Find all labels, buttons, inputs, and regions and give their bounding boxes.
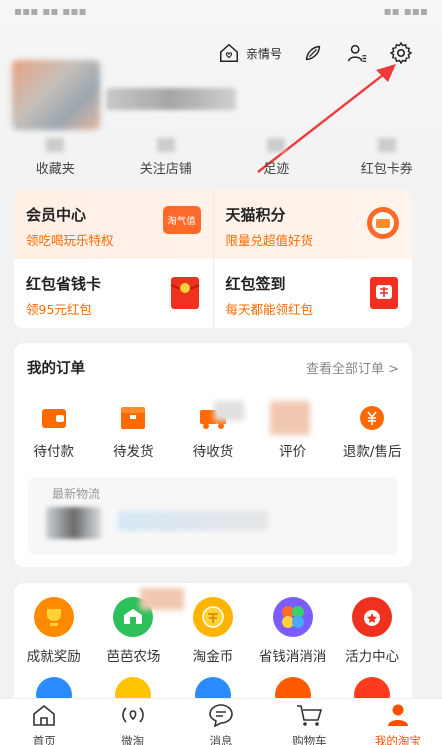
logistics-thumbnail — [46, 507, 102, 539]
refund-yen-icon — [358, 404, 386, 432]
shopping-cart-icon — [295, 703, 323, 731]
tab-cart[interactable]: 购物车 — [265, 699, 353, 745]
benefits-card: 会员中心 领吃喝玩乐特权 淘气值 天猫积分 限量兑超值好货 红包省钱卡 领95元… — [14, 190, 412, 328]
bottom-tab-bar: 首页 微淘 消息 购物车 我的淘宝 — [0, 698, 442, 745]
order-label: 评价 — [279, 444, 307, 460]
stat-count — [377, 138, 396, 152]
order-pending-payment[interactable]: 待付款 — [14, 404, 94, 460]
stat-label: 收藏夹 — [35, 162, 75, 177]
order-label: 待发货 — [113, 444, 154, 460]
home-icon — [31, 703, 57, 731]
points-coin-icon — [366, 206, 400, 244]
benefit-checkin[interactable]: 红包签到 每天都能领红包 — [212, 259, 413, 328]
taoqi-badge-icon: 淘气值 — [162, 206, 201, 234]
benefits-row: 红包省钱卡 领95元红包 红包签到 每天都能领红包 — [14, 259, 412, 328]
blurred-region — [270, 401, 310, 435]
stat-coupons[interactable]: 红包卡券 — [332, 130, 442, 185]
order-label: 待付款 — [33, 444, 75, 460]
tool-label: 省钱消消消 — [258, 649, 327, 665]
tab-label: 消息 — [209, 734, 233, 745]
blurred-region — [214, 401, 244, 421]
stat-label: 足迹 — [263, 162, 290, 177]
tools-row: 成就奖励 芭芭农场 淘金币 省钱消消消 活力中心 — [14, 583, 412, 665]
tab-label: 购物车 — [292, 734, 327, 745]
wallet-icon — [40, 404, 68, 432]
orders-title: 我的订单 — [27, 361, 85, 377]
stat-followed-stores[interactable]: 关注店铺 — [111, 130, 222, 185]
stat-count — [156, 138, 175, 152]
tab-weitao[interactable]: 微淘 — [88, 699, 176, 745]
tool-label: 成就奖励 — [26, 649, 81, 665]
tool-achievement-rewards[interactable]: 成就奖励 — [14, 597, 94, 665]
trophy-icon — [33, 597, 74, 637]
stats-row: 收藏夹 关注店铺 足迹 红包卡券 — [0, 130, 442, 185]
tab-label: 微淘 — [121, 734, 145, 745]
envelope-open-icon — [368, 275, 400, 315]
match-tiles-icon — [272, 597, 313, 637]
stat-label: 红包卡券 — [360, 162, 413, 177]
tools-card: 成就奖励 芭芭农场 淘金币 省钱消消消 活力中心 — [14, 583, 412, 713]
order-label: 待收货 — [192, 444, 234, 460]
benefit-saving-card[interactable]: 红包省钱卡 领95元红包 — [14, 259, 213, 328]
tool-vitality-center[interactable]: 活力中心 — [332, 597, 412, 665]
stat-favorites[interactable]: 收藏夹 — [0, 130, 111, 185]
view-all-orders-link[interactable]: 查看全部订单 > — [306, 358, 399, 377]
stat-count — [46, 138, 65, 152]
broadcast-icon — [120, 703, 146, 731]
tool-label: 芭芭农场 — [106, 649, 161, 665]
tab-home[interactable]: 首页 — [0, 699, 88, 745]
tool-label: 淘金币 — [192, 649, 234, 665]
stat-label: 关注店铺 — [139, 162, 192, 177]
orders-card: 我的订单 查看全部订单 > 待付款 待发货 待收货 评价 退款/售后 最新物流 — [14, 343, 412, 567]
latest-logistics[interactable]: 最新物流 — [28, 477, 398, 555]
tab-messages[interactable]: 消息 — [177, 699, 265, 745]
benefit-tmall-points[interactable]: 天猫积分 限量兑超值好货 — [212, 190, 413, 259]
benefit-member-center[interactable]: 会员中心 领吃喝玩乐特权 淘气值 — [14, 190, 213, 259]
tab-label: 我的淘宝 — [374, 734, 421, 745]
tool-label: 活力中心 — [345, 649, 400, 665]
tab-my-taobao[interactable]: 我的淘宝 — [354, 699, 442, 745]
stat-footprints[interactable]: 足迹 — [221, 130, 332, 185]
tool-match-game[interactable]: 省钱消消消 — [253, 597, 333, 665]
stat-count — [267, 138, 286, 152]
benefits-row: 会员中心 领吃喝玩乐特权 淘气值 天猫积分 限量兑超值好货 — [14, 190, 412, 259]
medal-icon — [352, 597, 393, 637]
user-filled-icon — [385, 703, 411, 731]
logistics-label: 最新物流 — [52, 487, 101, 501]
taoqi-badge-label: 淘气值 — [162, 206, 201, 234]
package-icon — [119, 404, 147, 432]
order-label: 退款/售后 — [342, 444, 402, 460]
tool-tao-coins[interactable]: 淘金币 — [173, 597, 253, 665]
order-refund[interactable]: 退款/售后 — [332, 404, 412, 460]
logistics-detail — [118, 511, 268, 531]
order-status-row: 待付款 待发货 待收货 评价 退款/售后 — [14, 404, 412, 460]
blurred-region — [140, 588, 184, 610]
order-pending-shipment[interactable]: 待发货 — [94, 404, 174, 460]
gold-coin-icon — [192, 597, 233, 637]
message-bubble-icon — [208, 703, 234, 731]
tab-label: 首页 — [32, 734, 56, 745]
red-envelope-icon — [169, 275, 201, 315]
orders-header: 我的订单 查看全部订单 > — [14, 343, 412, 378]
